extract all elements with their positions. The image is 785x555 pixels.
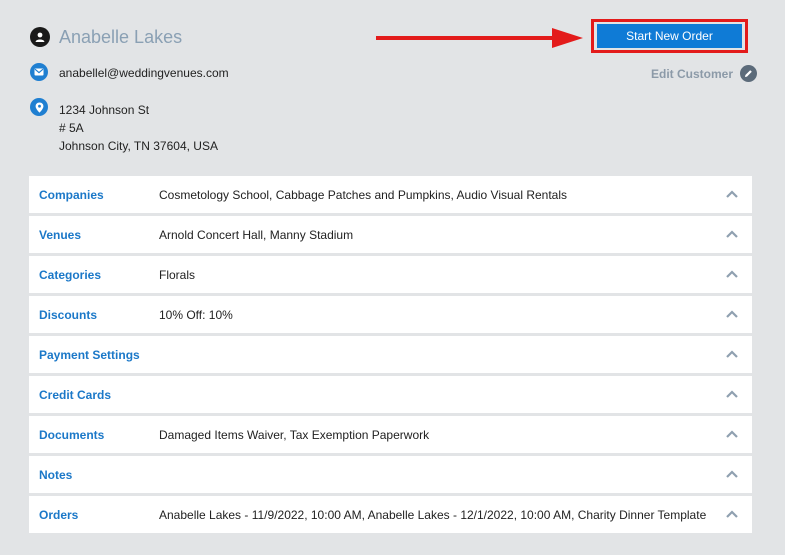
chevron-up-icon[interactable] bbox=[726, 469, 738, 479]
panel-value: Anabelle Lakes - 11/9/2022, 10:00 AM, An… bbox=[159, 507, 707, 522]
panel-label: Companies bbox=[39, 187, 104, 202]
chevron-up-icon[interactable] bbox=[726, 349, 738, 359]
panel-label: Payment Settings bbox=[39, 347, 140, 362]
customer-header: Anabelle Lakes anabellel@weddingvenues.c… bbox=[0, 0, 785, 170]
chevron-up-icon[interactable] bbox=[726, 509, 738, 519]
customer-address: 1234 Johnson St # 5A Johnson City, TN 37… bbox=[59, 101, 218, 155]
panel-label: Notes bbox=[39, 467, 73, 482]
panel-label: Orders bbox=[39, 507, 79, 522]
panel-documents[interactable]: Documents Damaged Items Waiver, Tax Exem… bbox=[29, 416, 752, 453]
person-icon bbox=[30, 27, 50, 47]
panel-value: Damaged Items Waiver, Tax Exemption Pape… bbox=[159, 427, 430, 442]
start-new-order-button[interactable]: Start New Order bbox=[597, 24, 742, 48]
panel-value: Cosmetology School, Cabbage Patches and … bbox=[159, 187, 568, 202]
map-pin-icon bbox=[30, 98, 48, 116]
panel-notes[interactable]: Notes bbox=[29, 456, 752, 493]
panel-orders[interactable]: Orders Anabelle Lakes - 11/9/2022, 10:00… bbox=[29, 496, 752, 533]
panel-label: Documents bbox=[39, 427, 105, 442]
panel-companies[interactable]: Companies Cosmetology School, Cabbage Pa… bbox=[29, 176, 752, 213]
panel-label: Categories bbox=[39, 267, 102, 282]
chevron-up-icon[interactable] bbox=[726, 429, 738, 439]
address-line-1: 1234 Johnson St bbox=[59, 103, 150, 117]
panel-label: Credit Cards bbox=[39, 387, 112, 402]
arrow-annotation bbox=[376, 28, 583, 48]
customer-name: Anabelle Lakes bbox=[59, 27, 183, 47]
panel-label: Venues bbox=[39, 227, 82, 242]
chevron-up-icon[interactable] bbox=[726, 309, 738, 319]
panel-venues[interactable]: Venues Arnold Concert Hall, Manny Stadiu… bbox=[29, 216, 752, 253]
edit-customer-link[interactable]: Edit Customer bbox=[651, 65, 758, 82]
panel-discounts[interactable]: Discounts 10% Off: 10% bbox=[29, 296, 752, 333]
address-line-3: Johnson City, TN 37604, USA bbox=[59, 139, 218, 153]
chevron-up-icon[interactable] bbox=[726, 229, 738, 239]
panel-categories[interactable]: Categories Florals bbox=[29, 256, 752, 293]
panel-credit-cards[interactable]: Credit Cards bbox=[29, 376, 752, 413]
chevron-up-icon[interactable] bbox=[726, 189, 738, 199]
customer-email: anabellel@weddingvenues.com bbox=[59, 66, 229, 80]
chevron-up-icon[interactable] bbox=[726, 389, 738, 399]
panel-value: Arnold Concert Hall, Manny Stadium bbox=[159, 227, 354, 242]
panel-payment-settings[interactable]: Payment Settings bbox=[29, 336, 752, 373]
pencil-icon[interactable] bbox=[740, 65, 758, 82]
mail-icon bbox=[30, 63, 48, 81]
edit-customer-label: Edit Customer bbox=[651, 66, 734, 81]
panel-value: Florals bbox=[159, 267, 196, 282]
highlight-box: Start New Order bbox=[591, 19, 748, 53]
customer-detail-panels: Companies Cosmetology School, Cabbage Pa… bbox=[29, 176, 752, 536]
panel-value: 10% Off: 10% bbox=[159, 307, 233, 322]
address-line-2: # 5A bbox=[59, 121, 84, 135]
chevron-up-icon[interactable] bbox=[726, 269, 738, 279]
panel-label: Discounts bbox=[39, 307, 98, 322]
